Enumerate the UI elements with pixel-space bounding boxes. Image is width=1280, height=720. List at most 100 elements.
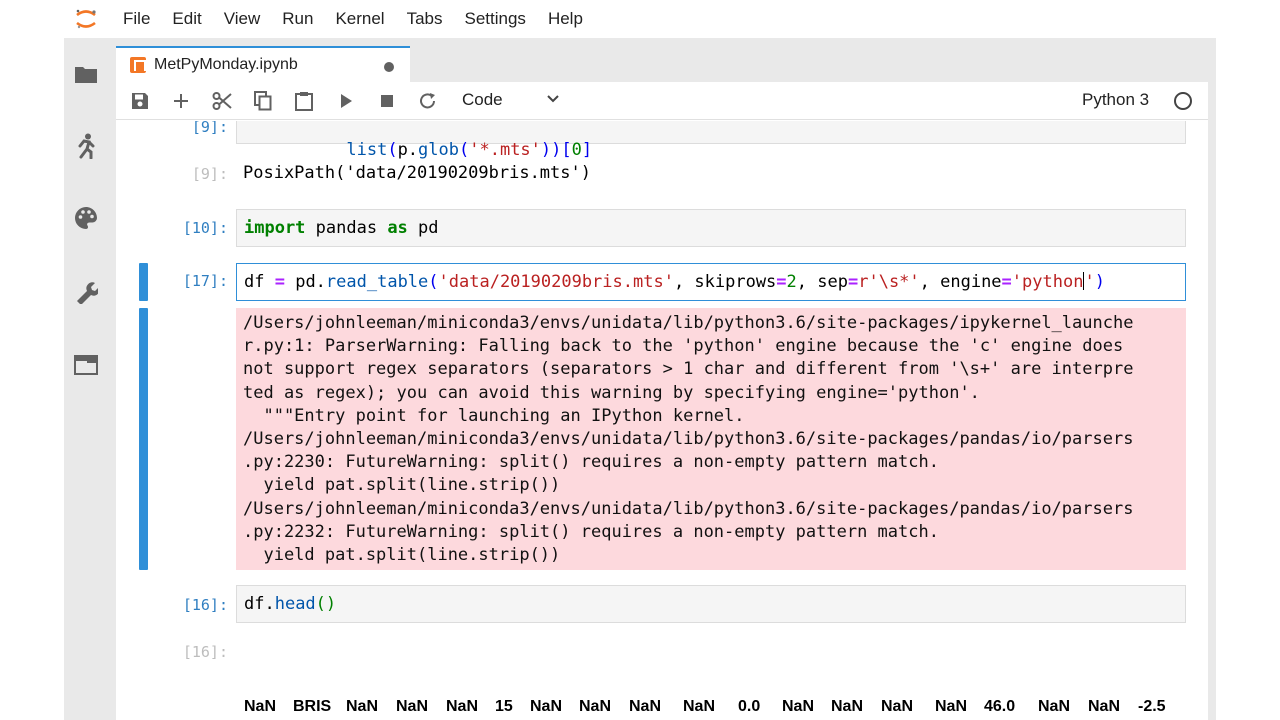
output-collapser[interactable] [139,308,148,570]
left-sidebar [64,38,108,720]
df-cell: NaN [396,698,429,715]
unsaved-indicator-icon[interactable] [384,62,394,72]
active-code-cell-input[interactable]: df = pd.read_table('data/20190209bris.mt… [236,263,1186,301]
running-icon[interactable] [72,132,100,160]
add-cell-icon[interactable] [169,89,193,113]
active-cell-collapser[interactable] [139,263,148,301]
folder-icon[interactable] [72,60,100,88]
notebook-toolbar: Code Python 3 [116,82,1208,120]
df-cell: NaN [881,698,914,715]
code-token: 2 [786,272,797,292]
menu-view[interactable]: View [224,9,261,29]
jupyter-logo-icon [76,9,96,29]
stderr-line: ted as regex); you can avoid this warnin… [243,382,980,403]
cell-prompt: [10]: [182,219,228,237]
cut-icon[interactable] [210,89,234,113]
stderr-line: .py:2230: FutureWarning: split() require… [243,452,939,473]
notebook-icon [130,57,146,73]
stderr-line: /Users/johnleeman/miniconda3/envs/unidat… [243,429,1134,450]
code-token: read_table [325,272,429,292]
main-area: MetPyMonday.ipynb Code Python 3 [9]: lis… [116,38,1216,720]
df-cell: 15 [495,698,513,715]
output-prompt: [9]: [191,165,228,183]
code-paren: () [315,594,337,614]
dataframe-row: NaN BRIS NaN NaN NaN 15 NaN NaN NaN NaN … [236,698,1186,720]
code-token: r'\s*' [858,272,920,292]
menu-run[interactable]: Run [282,9,313,29]
code-token: , sep [796,272,848,292]
df-cell: NaN [629,698,662,715]
stderr-line: """Entry point for launching an IPython … [243,405,745,426]
df-cell: NaN [244,698,277,715]
stderr-line: /Users/johnleeman/miniconda3/envs/unidat… [243,498,1134,519]
menu-kernel[interactable]: Kernel [335,9,384,29]
code-token: ( [428,272,439,292]
save-icon[interactable] [128,89,152,113]
df-cell: NaN [935,698,968,715]
stderr-output: /Users/johnleeman/miniconda3/envs/unidat… [236,308,1186,570]
stop-icon[interactable] [375,89,399,113]
code-token: 'data/20190209bris.mts' [438,272,674,292]
code-token: pd. [284,272,326,292]
code-keyword: import [244,218,306,238]
kernel-name[interactable]: Python 3 [1082,90,1149,110]
tabs-icon[interactable] [72,351,100,379]
run-icon[interactable] [334,89,358,113]
code-token: ' [1084,272,1095,292]
df-cell: NaN [579,698,612,715]
cell-prompt: [16]: [182,596,228,614]
code-cell-input[interactable]: df.head() [236,585,1186,623]
wrench-icon[interactable] [72,278,100,306]
jupyterlab-app: File Edit View Run Kernel Tabs Settings … [64,0,1216,720]
notebook-tab[interactable]: MetPyMonday.ipynb [116,46,410,82]
tab-title: MetPyMonday.ipynb [154,56,298,73]
restart-icon[interactable] [416,89,440,113]
code-text: df. [244,594,275,614]
code-token: = [847,272,859,292]
notebook-panel: Code Python 3 [9]: list(p.glob('*.mts'))… [116,82,1208,720]
df-cell: NaN [831,698,864,715]
cell-output-text: PosixPath('data/20190209bris.mts') [243,163,591,183]
code-token: df [244,272,275,292]
menu-bar: File Edit View Run Kernel Tabs Settings … [64,0,1216,38]
code-token: = [776,272,787,292]
menu-help[interactable]: Help [548,9,583,29]
code-token: = [1001,272,1012,292]
jupyter-logo [64,0,108,38]
menu-file[interactable]: File [123,9,150,29]
kernel-status-icon [1174,92,1192,110]
cell-type-select[interactable]: Code [462,90,503,110]
df-cell: NaN [446,698,479,715]
df-cell: NaN [346,698,379,715]
code-token: , engine [919,272,1002,292]
code-cell-input[interactable]: import pandas as pd [236,209,1186,247]
code-text: pd [407,218,439,238]
copy-icon[interactable] [251,89,275,113]
code-token: = [274,272,285,292]
menu-tabs[interactable]: Tabs [407,9,443,29]
code-keyword: as [387,218,408,238]
menu-edit[interactable]: Edit [172,9,201,29]
df-cell: NaN [1088,698,1121,715]
stderr-line: yield pat.split(line.strip()) [243,545,561,566]
stderr-line: /Users/johnleeman/miniconda3/envs/unidat… [243,313,1134,333]
code-cell-input[interactable]: list(p.glob('*.mts'))[0] [236,121,1186,160]
cell-prompt: [17]: [182,272,228,290]
code-token: , skiprows [673,272,777,292]
df-cell: 46.0 [984,698,1016,715]
stderr-line: r.py:1: ParserWarning: Falling back to t… [243,336,1124,357]
notebook-cells: [9]: list(p.glob('*.mts'))[0] [9]: Posix… [116,121,1208,720]
output-prompt: [16]: [182,643,228,661]
code-text: pandas [305,218,388,238]
palette-icon[interactable] [72,204,100,232]
stderr-line: yield pat.split(line.strip()) [243,475,561,496]
df-cell: 0.0 [738,698,761,715]
stderr-line: .py:2232: FutureWarning: split() require… [243,521,939,542]
code-token: ) [1094,272,1105,292]
df-cell: BRIS [293,698,332,715]
paste-icon[interactable] [292,89,316,113]
df-cell: -2.5 [1138,698,1166,715]
chevron-down-icon[interactable] [546,92,560,111]
menu-settings[interactable]: Settings [465,9,526,29]
code-function: head [274,594,316,614]
